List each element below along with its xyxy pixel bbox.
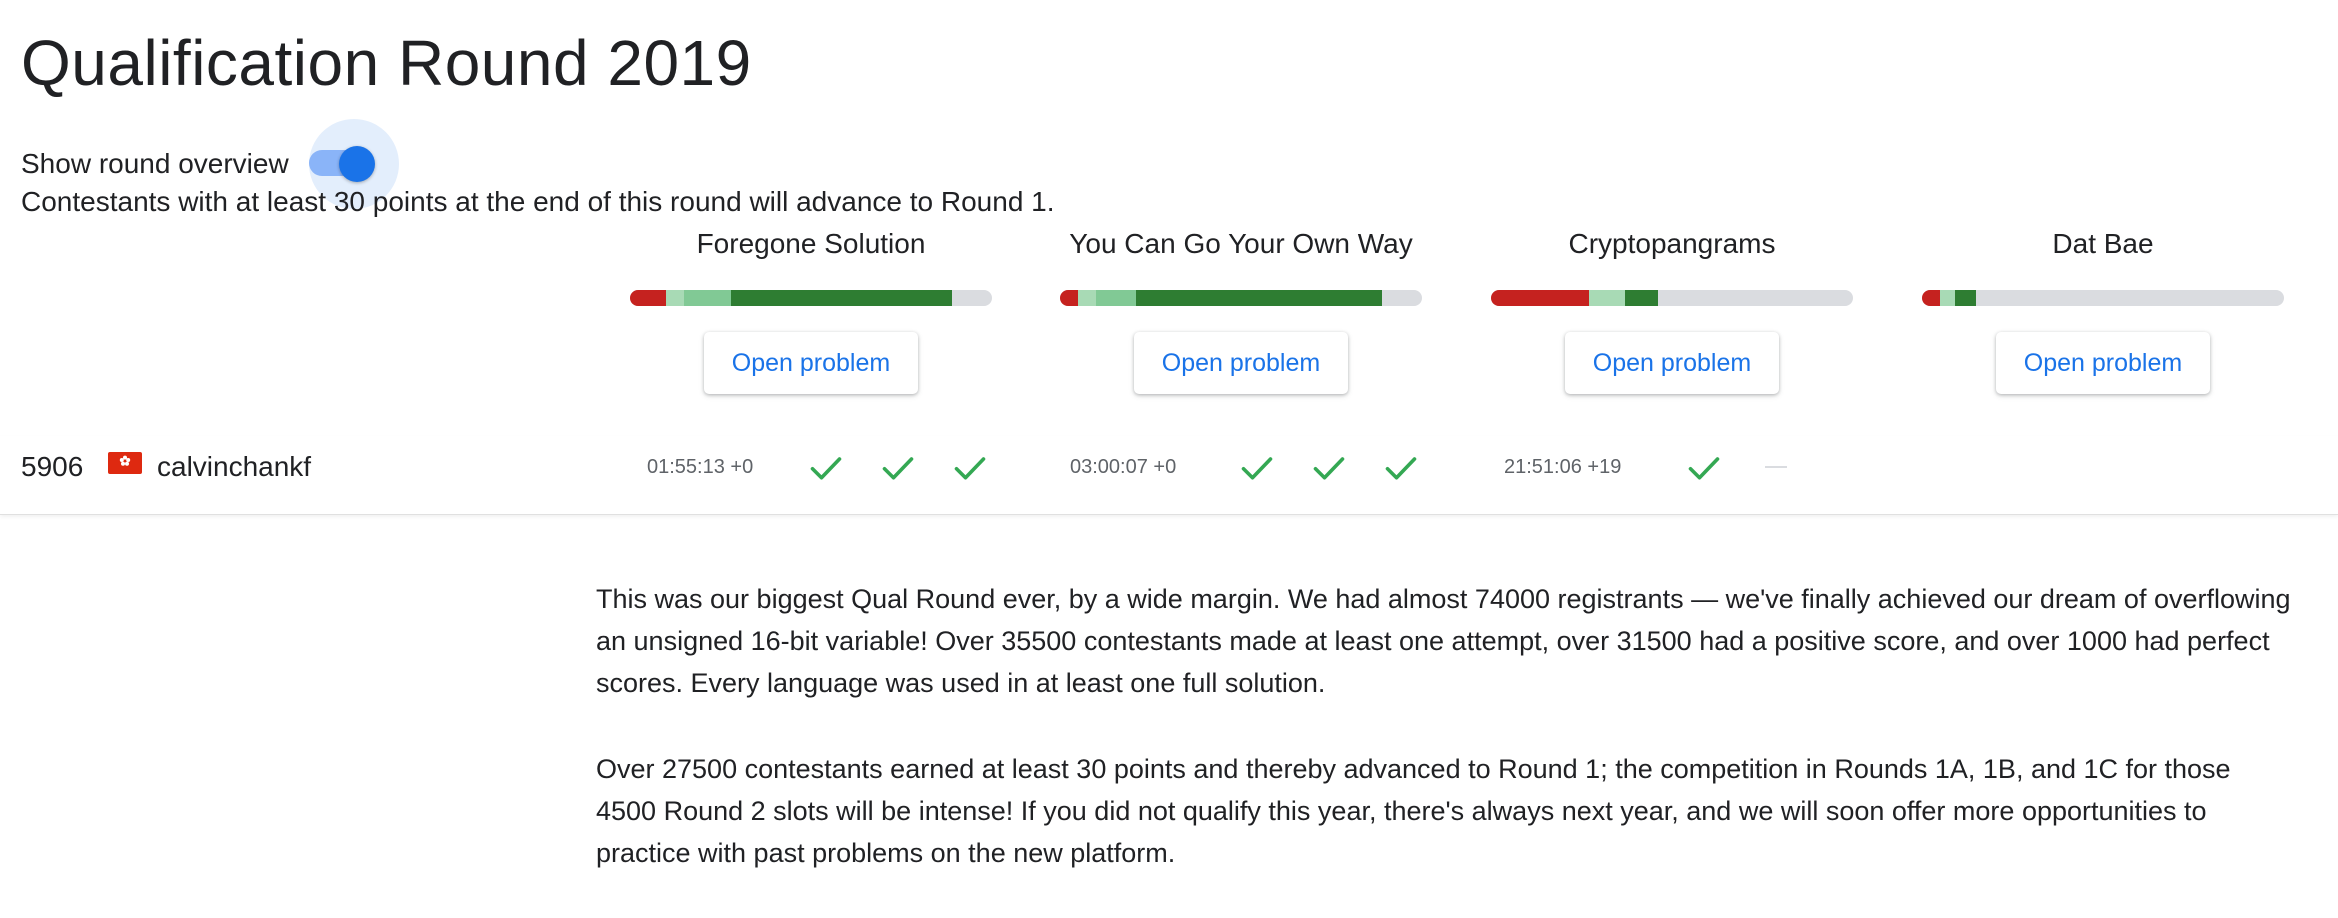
contestant-rank: 5906 <box>21 451 84 482</box>
problem-stats-bar <box>1060 290 1422 306</box>
open-problem-button[interactable]: Open problem <box>1995 332 2211 394</box>
hong-kong-flag-icon <box>108 452 142 474</box>
problem-stats-bar <box>1491 290 1853 306</box>
stats-segment-mid <box>684 290 732 306</box>
open-problem-button[interactable]: Open problem <box>703 332 919 394</box>
stats-segment-full <box>1136 290 1383 306</box>
check-icon <box>1313 457 1345 480</box>
stats-segment-light <box>1940 290 1955 306</box>
check-icon <box>810 457 842 480</box>
scoreboard-row[interactable]: 5906 calvinchankf 01:55:13 +0 03:00:07 +… <box>0 436 2338 515</box>
stats-segment-full <box>731 290 953 306</box>
check-icon <box>1385 457 1417 480</box>
solve-time: 01:55:13 +0 <box>647 456 754 478</box>
open-problem-button[interactable]: Open problem <box>1133 332 1349 394</box>
solve-time: 21:51:06 +19 <box>1504 456 1622 478</box>
problem-column: Dat Bae Open problem <box>1922 226 2284 394</box>
stats-segment-full <box>1954 290 1977 306</box>
problem-stats-bar <box>630 290 992 306</box>
stats-segment-wrong <box>630 290 667 306</box>
stats-segment-light <box>1588 290 1625 306</box>
stats-segment-wrong <box>1060 290 1079 306</box>
stats-segment-light <box>1078 290 1097 306</box>
stats-segment-wrong <box>1922 290 1941 306</box>
round-overview-toggle-row: Show round overview <box>21 119 399 209</box>
stats-segment-mid <box>1096 290 1136 306</box>
check-icon <box>1688 457 1720 480</box>
analysis-paragraph: Over 27500 contestants earned at least 3… <box>596 754 2231 868</box>
stats-segment-wrong <box>1491 290 1589 306</box>
check-icon <box>882 457 914 480</box>
open-problem-button[interactable]: Open problem <box>1564 332 1780 394</box>
round-overview-label: Show round overview <box>21 148 289 179</box>
solve-time: 03:00:07 +0 <box>1070 456 1177 478</box>
round-overview-toggle[interactable] <box>308 119 399 209</box>
contestant-username[interactable]: calvinchankf <box>157 451 311 483</box>
page-title: Qualification Round 2019 <box>21 27 752 99</box>
bauhinia-icon <box>119 455 131 466</box>
check-icon <box>1241 457 1273 480</box>
problem-name: Dat Bae <box>2052 228 2154 259</box>
stats-segment-full <box>1624 290 1658 306</box>
advance-note: Contestants with at least 30 points at t… <box>21 186 1055 217</box>
problem-name: You Can Go Your Own Way <box>1069 228 1413 259</box>
toggle-knob[interactable] <box>338 146 375 182</box>
round-analysis: This was our biggest Qual Round ever, by… <box>596 578 2296 918</box>
problem-column: Foregone Solution Open problem <box>630 226 992 394</box>
analysis-paragraph: This was our biggest Qual Round ever, by… <box>596 584 2291 698</box>
problem-name: Foregone Solution <box>696 228 926 259</box>
problem-stats-bar <box>1922 290 2284 306</box>
problem-name: Cryptopangrams <box>1568 228 1776 259</box>
not-attempted-dash-icon <box>1765 466 1787 468</box>
stats-segment-light <box>666 290 685 306</box>
problem-column: You Can Go Your Own Way Open problem <box>1060 226 1422 394</box>
problem-column: Cryptopangrams Open problem <box>1491 226 1853 394</box>
check-icon <box>954 457 986 480</box>
